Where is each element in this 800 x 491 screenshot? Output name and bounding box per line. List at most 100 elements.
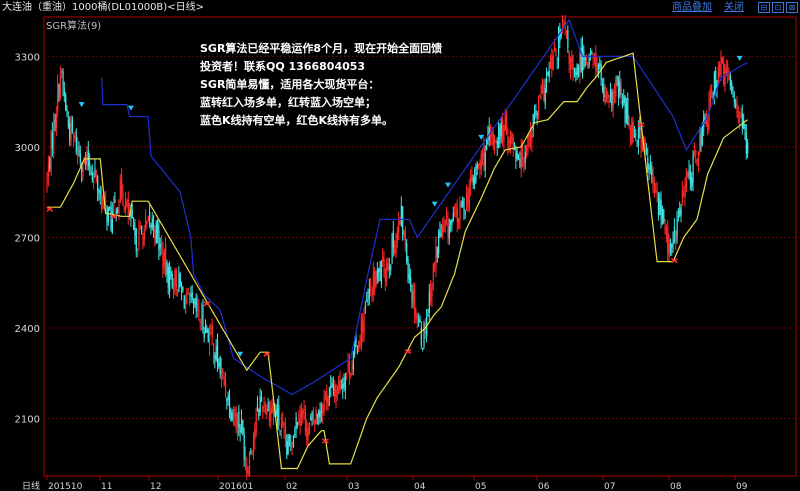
candle-body [549,58,552,68]
close-window-icon[interactable]: ⊠ [786,2,798,13]
note-line: 蓝色K线持有空单，红色K线持有多单。 [200,114,394,127]
candle-body [569,56,572,70]
minimize-window-icon[interactable]: ⊟ [758,2,770,13]
candle-body [724,68,726,85]
candle-body [435,244,437,269]
candle-body [399,222,401,224]
candle-body [733,98,736,103]
candle-body [371,287,373,297]
candle-body [498,126,500,145]
candle-body [126,199,128,201]
candle-body [207,329,209,342]
candle-body [294,433,296,435]
note-line: 蓝转红入场多单，红转蓝入场空单； [200,96,376,109]
candle-body [117,210,119,213]
y-tick-label: 3000 [15,143,40,154]
candle-body [234,409,236,417]
candle-body [97,175,99,193]
candle-body [360,317,363,351]
candle-body [696,158,698,163]
candle-body [139,226,141,229]
candle-body [90,169,92,175]
candle-body [540,86,542,94]
candle-body [71,118,74,132]
x-tick-label: 12 [150,482,161,491]
candle-body [439,231,441,238]
candle-body [167,266,169,288]
candle-body [739,121,741,123]
candle-body [260,396,263,402]
candle-body [524,151,526,163]
candle-body [364,304,367,309]
candle-body [416,315,418,319]
candle-body [507,135,509,147]
candle-body [470,176,472,187]
candle-body [577,65,580,77]
candle-body [728,73,730,79]
buy-signal-marker [46,206,54,212]
candle-body [226,398,228,403]
sell-signal-marker [78,102,85,108]
candle-body [324,393,327,395]
candle-body [744,124,746,132]
candle-body [248,452,251,477]
candle-body [235,414,237,428]
sell-signal-marker [127,105,134,111]
candle-body [133,223,135,230]
candle-body [707,122,709,130]
candle-body [450,220,452,226]
candle-body [189,294,191,297]
candle-body [423,323,425,347]
candle-body [191,292,193,300]
candle-body [555,48,557,56]
candle-body [87,150,89,166]
candle-body [641,144,644,151]
candle-body [67,119,70,128]
candle-body [452,212,454,220]
candle-body [179,273,181,287]
candle-body [75,137,78,153]
x-tick-label: 03 [348,482,359,491]
candle-body [322,404,324,414]
candle-body [736,102,738,118]
candle-body [455,206,457,215]
candle-body [219,356,221,375]
candle-body [121,176,123,196]
close-button[interactable]: 关闭 [724,0,744,15]
restore-window-icon[interactable]: ⊡ [772,2,784,13]
sell-signal-marker [478,134,485,140]
candle-body [114,199,116,203]
candle-body [98,195,100,197]
candle-body [460,204,462,206]
candle-body [155,222,157,244]
candle-body [125,200,127,210]
candle-body [259,396,261,413]
candle-body [619,81,621,95]
candle-body [284,425,287,446]
candle-body [250,451,252,454]
candle-body [187,288,189,291]
candle-body [296,422,299,426]
candle-body [240,419,243,430]
candle-body [236,414,239,434]
candle-body [623,96,625,104]
candle-body [57,83,59,110]
candle-body [143,230,145,241]
candle-body [394,245,396,254]
candle-body [203,332,205,339]
candle-body [346,372,348,375]
candle-body [352,351,355,370]
candle-body [510,135,512,146]
candle-body [645,149,648,153]
candle-body [655,190,657,192]
candle-body [543,85,545,101]
candle-body [49,158,51,170]
candle-body [355,338,357,343]
candle-body [214,355,216,359]
x-tick-label: 06 [538,482,550,491]
overlay-commodity-button[interactable]: 商品叠加 [672,0,712,15]
candle-body [256,404,259,412]
candle-body [691,177,693,187]
candle-body [519,159,521,167]
candle-body [339,380,341,392]
